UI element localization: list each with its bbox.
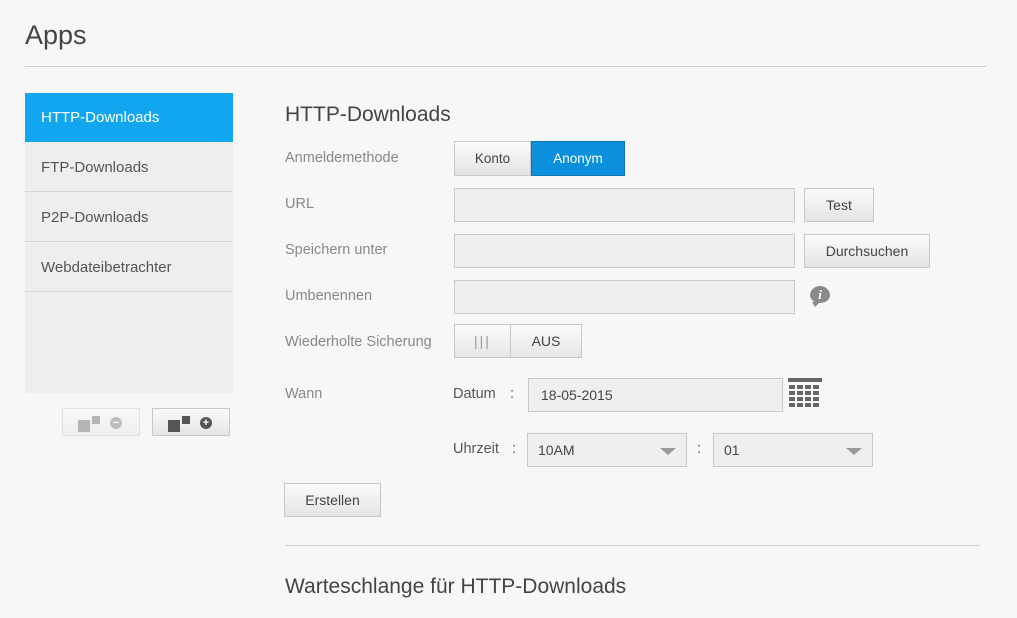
date-label: Datum	[453, 386, 496, 402]
login-method-anonym-button[interactable]: Anonym	[531, 141, 625, 176]
sidebar: HTTP-Downloads FTP-Downloads P2P-Downloa…	[25, 93, 233, 393]
when-label: Wann	[285, 386, 323, 402]
title-divider	[25, 66, 986, 67]
save-to-input[interactable]	[454, 234, 795, 268]
remove-app-button[interactable]: −	[62, 408, 140, 436]
create-button[interactable]: Erstellen	[284, 483, 381, 517]
chevron-down-icon	[846, 448, 862, 455]
login-method-label: Anmeldemethode	[285, 150, 399, 166]
sidebar-item-label: FTP-Downloads	[41, 159, 149, 176]
hour-value: 10AM	[538, 442, 575, 458]
hour-select[interactable]: 10AM	[527, 433, 687, 467]
sidebar-item-webdateibetrachter[interactable]: Webdateibetrachter	[25, 243, 233, 292]
app-remove-icon	[78, 416, 100, 432]
sidebar-item-p2p-downloads[interactable]: P2P-Downloads	[25, 193, 233, 242]
url-label: URL	[285, 196, 315, 212]
info-icon[interactable]: i	[810, 286, 830, 307]
sidebar-item-ftp-downloads[interactable]: FTP-Downloads	[25, 143, 233, 192]
repeat-backup-label: Wiederholte Sicherung	[285, 334, 432, 350]
rename-input[interactable]	[454, 280, 795, 314]
rename-label: Umbenennen	[285, 288, 373, 304]
toggle-handle: |||	[455, 325, 511, 357]
hour-minute-separator: :	[697, 441, 702, 457]
sidebar-item-label: Webdateibetrachter	[41, 259, 172, 276]
login-method-konto-button[interactable]: Konto	[454, 141, 531, 176]
date-separator: :	[510, 386, 515, 402]
chevron-down-icon	[660, 448, 676, 455]
repeat-backup-toggle[interactable]: ||| AUS	[454, 324, 582, 358]
browse-button[interactable]: Durchsuchen	[804, 234, 930, 268]
minute-select[interactable]: 01	[713, 433, 873, 467]
date-input[interactable]: 18-05-2015	[528, 378, 783, 412]
section-title: HTTP-Downloads	[285, 103, 451, 126]
time-label: Uhrzeit	[453, 441, 499, 457]
calendar-icon[interactable]	[788, 378, 822, 410]
save-to-label: Speichern unter	[285, 242, 388, 258]
minute-value: 01	[724, 442, 740, 458]
queue-title: Warteschlange für HTTP-Downloads	[285, 575, 627, 598]
minus-icon: −	[110, 417, 122, 429]
sidebar-item-label: HTTP-Downloads	[41, 109, 160, 126]
section-divider	[285, 545, 980, 546]
app-add-icon	[168, 416, 190, 432]
time-separator: :	[512, 441, 517, 457]
url-input[interactable]	[454, 188, 795, 222]
page-title: Apps	[25, 20, 87, 50]
plus-icon: +	[200, 417, 212, 429]
test-button[interactable]: Test	[804, 188, 874, 222]
toggle-state-text: AUS	[531, 333, 561, 349]
sidebar-item-label: P2P-Downloads	[41, 209, 149, 226]
add-app-button[interactable]: +	[152, 408, 230, 436]
sidebar-item-http-downloads[interactable]: HTTP-Downloads	[25, 93, 233, 142]
